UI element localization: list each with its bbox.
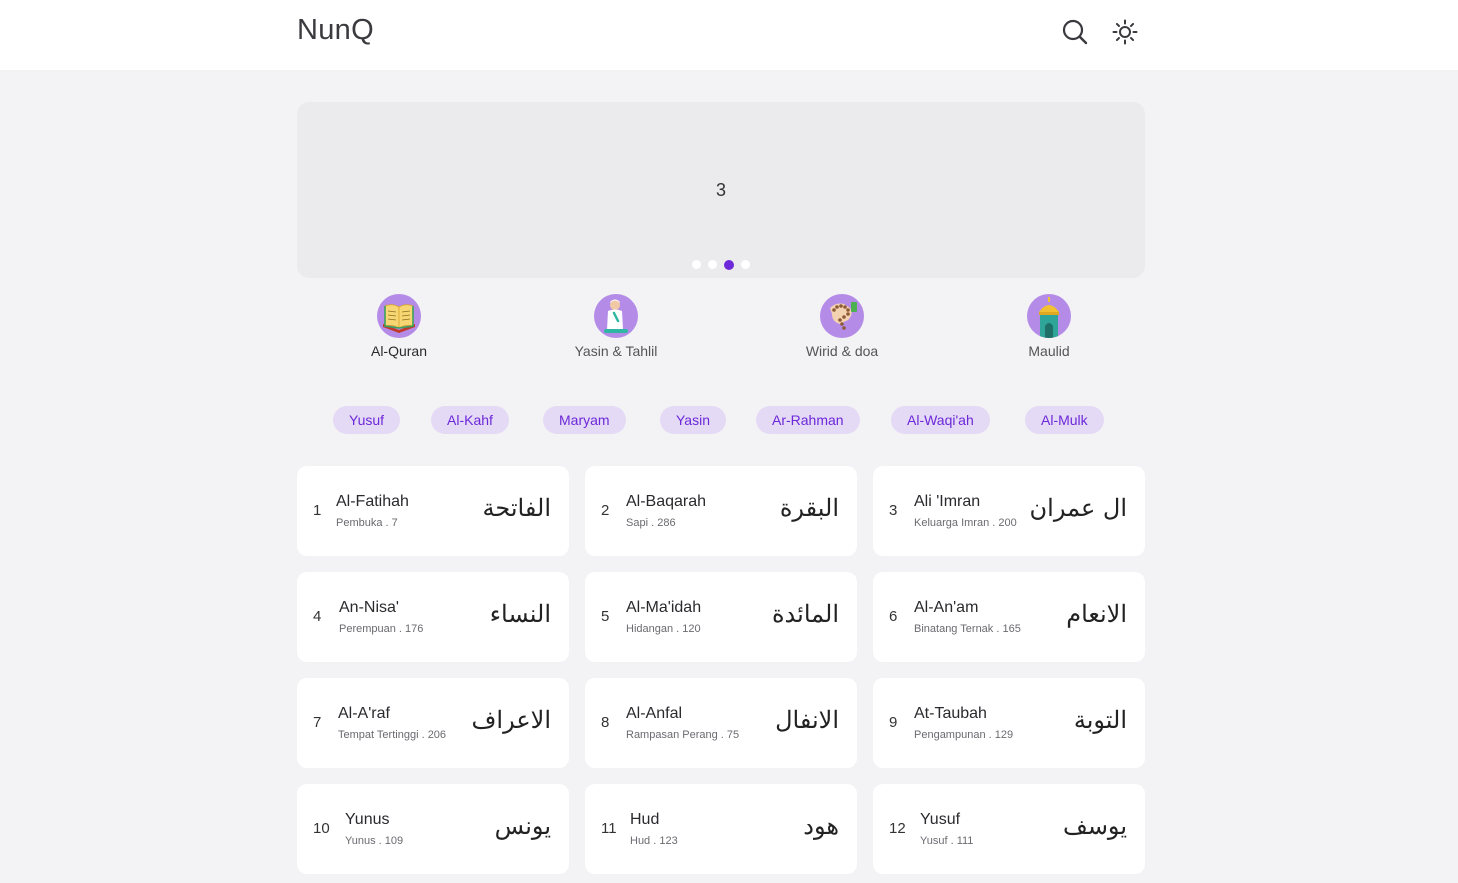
surah-arabic-name: الفاتحة [482, 494, 551, 522]
sun-icon [1111, 18, 1139, 46]
surah-name: Al-Fatihah [336, 493, 409, 510]
chip-yasin[interactable]: Yasin [660, 406, 726, 434]
surah-arabic-name: الاعراف [471, 706, 551, 734]
chip-ar-rahman[interactable]: Ar-Rahman [756, 406, 860, 434]
surah-meaning-verses: Pembuka . 7 [336, 517, 398, 529]
surah-name: Ali 'Imran [914, 493, 981, 510]
surah-card[interactable]: 11 Hud Hud . 123 هود [585, 784, 857, 874]
chip-maryam[interactable]: Maryam [543, 406, 626, 434]
surah-card[interactable]: 1 Al-Fatihah Pembuka . 7 الفاتحة [297, 466, 569, 556]
surah-arabic-name: النساء [489, 600, 551, 628]
surah-name: Yunus [345, 811, 390, 828]
surah-number: 12 [889, 820, 906, 837]
carousel-dot[interactable] [692, 260, 701, 269]
app-title[interactable]: NunQ [297, 14, 374, 47]
surah-meaning-verses: Perempuan . 176 [339, 623, 424, 635]
praying-person-icon [594, 294, 638, 338]
surah-name: Al-A'raf [338, 705, 390, 722]
carousel-slide-label: 3 [715, 180, 726, 200]
surah-meaning-verses: Keluarga Imran . 200 [914, 517, 1017, 529]
menu-label: Wirid & doa [805, 343, 879, 359]
theme-toggle-button[interactable] [1110, 17, 1140, 47]
menu-label: Maulid [1028, 343, 1070, 359]
surah-meaning-verses: Sapi . 286 [626, 517, 676, 529]
surah-meaning-verses: Yunus . 109 [345, 835, 404, 847]
menu-yasin-tahlil[interactable]: Yasin & Tahlil [556, 294, 676, 359]
surah-meaning-verses: Binatang Ternak . 165 [914, 623, 1021, 635]
surah-meaning-verses: Rampasan Perang . 75 [626, 729, 740, 741]
menu-al-quran[interactable]: Al-Quran [339, 294, 459, 359]
surah-number: 10 [313, 820, 330, 837]
surah-meaning-verses: Tempat Tertinggi . 206 [338, 729, 447, 741]
carousel-dot[interactable] [708, 260, 717, 269]
surah-name: Al-Baqarah [626, 493, 707, 510]
surah-number: 5 [601, 608, 610, 625]
menu-label: Al-Quran [370, 343, 428, 359]
surah-card[interactable]: 9 At-Taubah Pengampunan . 129 التوبة [873, 678, 1145, 768]
banner-carousel[interactable]: 3 [297, 102, 1145, 278]
surah-arabic-name: يونس [494, 812, 551, 840]
surah-meaning-verses: Hud . 123 [630, 835, 678, 847]
surah-card[interactable]: 7 Al-A'raf Tempat Tertinggi . 206 الاعرا… [297, 678, 569, 768]
surah-card[interactable]: 2 Al-Baqarah Sapi . 286 البقرة [585, 466, 857, 556]
surah-arabic-name: الانفال [775, 706, 839, 734]
surah-number: 1 [313, 502, 322, 519]
surah-name: Hud [630, 811, 660, 828]
carousel-dot-active[interactable] [724, 259, 734, 270]
surah-meaning-verses: Yusuf . 111 [920, 835, 974, 847]
menu-label: Yasin & Tahlil [574, 343, 658, 359]
surah-arabic-name: التوبة [1073, 706, 1127, 734]
prayer-beads-icon [820, 294, 864, 338]
surah-number: 9 [889, 714, 898, 731]
surah-number: 8 [601, 714, 610, 731]
surah-card[interactable]: 4 An-Nisa' Perempuan . 176 النساء [297, 572, 569, 662]
surah-arabic-name: هود [803, 812, 839, 840]
surah-number: 4 [313, 608, 322, 625]
menu-wirid-doa[interactable]: Wirid & doa [782, 294, 902, 359]
surah-name: Al-An'am [914, 599, 979, 616]
surah-number: 2 [601, 502, 610, 519]
quick-surah-chips: Yusuf Al-Kahf Maryam Yasin Ar-Rahman Al-… [297, 406, 1145, 434]
chip-yusuf[interactable]: Yusuf [333, 406, 401, 434]
chip-al-mulk[interactable]: Al-Mulk [1025, 406, 1104, 434]
surah-arabic-name: يوسف [1062, 812, 1127, 840]
surah-name: Al-Anfal [626, 705, 683, 722]
surah-arabic-name: المائدة [771, 600, 839, 628]
search-button[interactable] [1060, 17, 1090, 47]
surah-card[interactable]: 5 Al-Ma'idah Hidangan . 120 المائدة [585, 572, 857, 662]
top-bar: NunQ [0, 0, 1458, 70]
search-icon [1061, 18, 1089, 46]
chip-al-kahf[interactable]: Al-Kahf [431, 406, 509, 434]
chip-al-waqiah[interactable]: Al-Waqi'ah [891, 406, 990, 434]
surah-name: Yusuf [920, 811, 961, 828]
carousel-pagination [297, 259, 1145, 270]
surah-name: Al-Ma'idah [626, 599, 702, 616]
surah-name: At-Taubah [914, 705, 987, 722]
surah-card[interactable]: 6 Al-An'am Binatang Ternak . 165 الانعام [873, 572, 1145, 662]
carousel-dot[interactable] [741, 260, 750, 269]
surah-name: An-Nisa' [339, 599, 399, 616]
quran-book-icon [377, 294, 421, 338]
surah-arabic-name: الانعام [1066, 600, 1127, 628]
surah-card[interactable]: 10 Yunus Yunus . 109 يونس [297, 784, 569, 874]
surah-arabic-name: ال عمران [1029, 494, 1127, 522]
surah-card[interactable]: 12 Yusuf Yusuf . 111 يوسف [873, 784, 1145, 874]
surah-meaning-verses: Pengampunan . 129 [914, 729, 1014, 741]
surah-meaning-verses: Hidangan . 120 [626, 623, 701, 635]
surah-arabic-name: البقرة [779, 494, 839, 522]
surah-number: 7 [313, 714, 322, 731]
surah-number: 3 [889, 502, 898, 519]
menu-maulid[interactable]: Maulid [989, 294, 1109, 359]
surah-card[interactable]: 8 Al-Anfal Rampasan Perang . 75 الانفال [585, 678, 857, 768]
mosque-icon [1027, 294, 1071, 338]
surah-card[interactable]: 3 Ali 'Imran Keluarga Imran . 200 ال عمر… [873, 466, 1145, 556]
surah-number: 11 [601, 820, 617, 837]
surah-number: 6 [889, 608, 898, 625]
